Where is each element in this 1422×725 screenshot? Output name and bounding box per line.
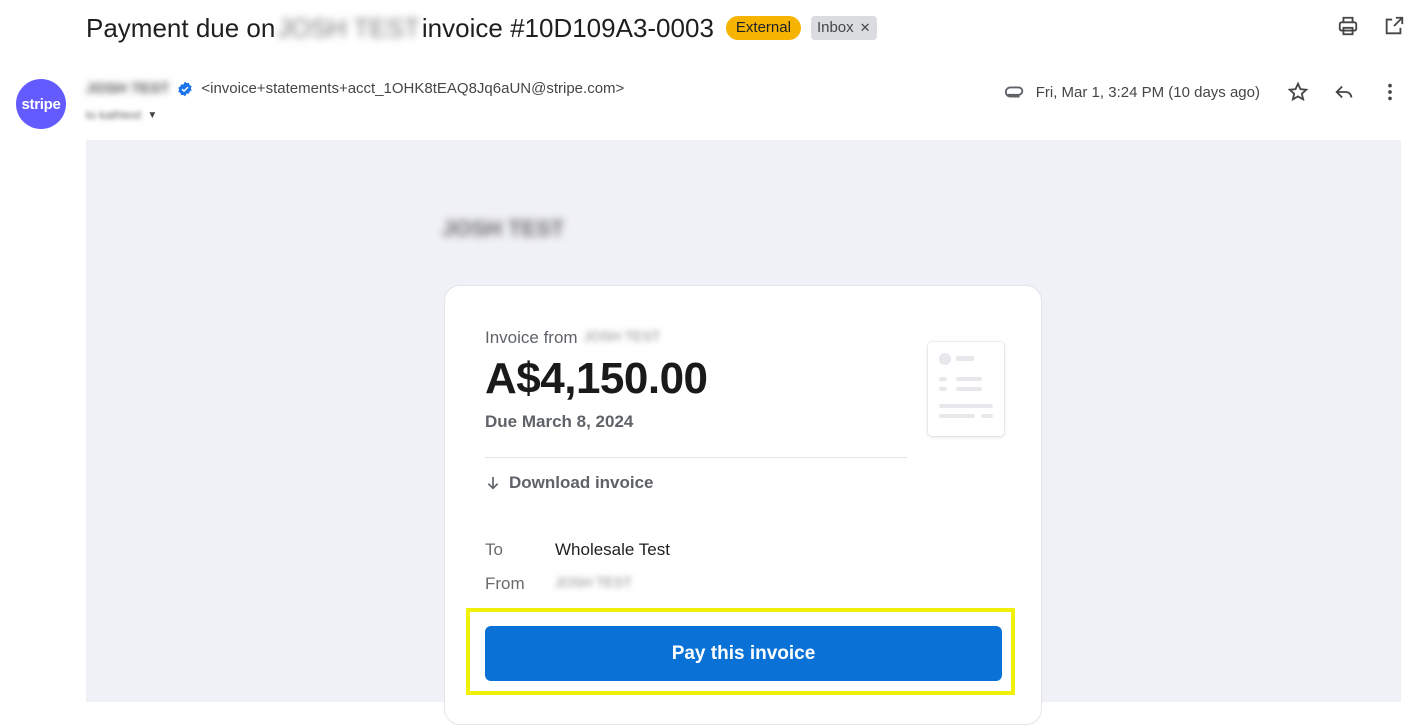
attachment-icon: [1004, 86, 1023, 98]
pay-invoice-button[interactable]: Pay this invoice: [485, 626, 1002, 681]
email-subject-row: Payment due on JOSH TEST invoice #10D109…: [86, 10, 877, 46]
sender-row: JOSH TEST <invoice+statements+acct_1OHK8…: [86, 80, 624, 97]
remove-label-icon[interactable]: ✕: [860, 19, 871, 37]
print-icon[interactable]: [1336, 14, 1360, 38]
verified-badge-icon: [178, 81, 193, 96]
top-actions: [1336, 14, 1406, 38]
merchant-name: JOSH TEST: [442, 216, 565, 241]
invoice-document-icon: [928, 342, 1004, 436]
to-label: To: [485, 540, 503, 559]
card-divider: [485, 457, 907, 458]
recipient-row: to kathtest ▼: [86, 108, 157, 122]
sender-name[interactable]: JOSH TEST: [86, 80, 169, 97]
message-meta: Fri, Mar 1, 3:24 PM (10 days ago): [1004, 80, 1402, 104]
subject-suffix: invoice #10D109A3-0003: [421, 12, 714, 43]
inbox-label-badge: Inbox ✕: [810, 16, 877, 40]
sender-avatar: stripe: [16, 79, 66, 129]
sender-email: <invoice+statements+acct_1OHK8tEAQ8Jq6aU…: [201, 80, 625, 97]
open-in-new-window-icon[interactable]: [1382, 14, 1406, 38]
more-vertical-icon[interactable]: [1378, 80, 1402, 104]
invoice-due-date: Due March 8, 2024: [485, 412, 634, 431]
message-actions: [1286, 80, 1402, 104]
subject-blurred-merchant: JOSH TEST: [277, 12, 420, 43]
arrow-down-icon: [487, 477, 499, 490]
from-label: From: [485, 574, 525, 593]
invoice-from: Invoice from JOSH TEST: [485, 328, 660, 348]
message-date: Fri, Mar 1, 3:24 PM (10 days ago): [1035, 83, 1260, 101]
from-value: JOSH TEST: [555, 574, 632, 590]
external-label-badge: External: [725, 16, 801, 40]
invoice-from-label: Invoice from: [485, 328, 578, 347]
recipient-text: to kathtest: [86, 108, 142, 122]
download-invoice-label: Download invoice: [509, 473, 654, 492]
invoice-from-merchant: JOSH TEST: [583, 328, 661, 344]
to-value: Wholesale Test: [555, 540, 670, 559]
inbox-label-text: Inbox: [816, 19, 854, 36]
email-subject: Payment due on JOSH TEST invoice #10D109…: [86, 13, 714, 44]
invoice-amount: A$4,150.00: [485, 354, 708, 403]
subject-prefix: Payment due on: [86, 12, 276, 43]
show-details-caret-icon[interactable]: ▼: [147, 110, 157, 121]
reply-icon[interactable]: [1332, 80, 1356, 104]
star-icon[interactable]: [1286, 80, 1310, 104]
download-invoice-link[interactable]: Download invoice: [485, 473, 654, 493]
